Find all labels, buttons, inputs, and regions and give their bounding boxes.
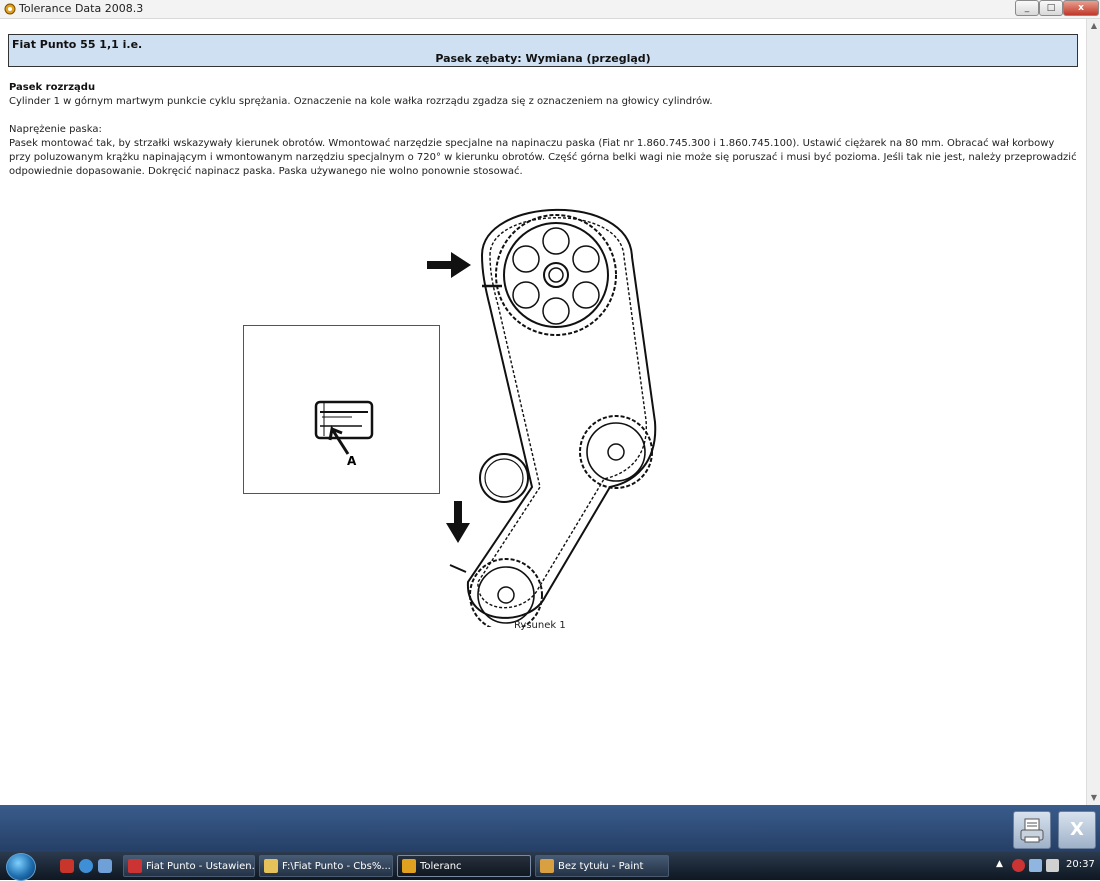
section-heading: Pasek rozrządu: [9, 82, 96, 93]
close-document-button[interactable]: X: [1058, 811, 1096, 849]
vertical-scrollbar[interactable]: ▲ ▼: [1086, 19, 1100, 805]
minimize-button[interactable]: _: [1015, 0, 1039, 16]
tension-label: Naprężenie paska:: [9, 124, 102, 135]
crankshaft-arrow-icon: [446, 501, 470, 543]
taskbar: Fiat Punto - Ustawien... F:\Fiat Punto -…: [0, 852, 1100, 881]
print-icon: [1020, 818, 1044, 843]
antivirus-tray-icon[interactable]: [1012, 859, 1025, 872]
close-window-button[interactable]: x: [1063, 0, 1099, 16]
quicklaunch-app-icon[interactable]: [60, 859, 74, 873]
vehicle-model: Fiat Punto 55 1,1 i.e.: [12, 38, 143, 51]
taskbar-item-paint[interactable]: Bez tytułu - Paint: [535, 855, 669, 877]
network-tray-icon[interactable]: [1029, 859, 1042, 872]
tool-detail-drawing: A: [314, 400, 374, 468]
show-hidden-icons-icon[interactable]: ▲: [996, 859, 1006, 872]
window-title: Tolerance Data 2008.3: [19, 2, 144, 15]
document-header: Fiat Punto 55 1,1 i.e. Pasek zębaty: Wym…: [8, 34, 1078, 67]
taskbar-item-tolerance[interactable]: Toleranc: [397, 855, 531, 877]
paint-icon: [540, 859, 554, 873]
title-bar: Tolerance Data 2008.3 _ □ x: [0, 0, 1100, 19]
intro-text: Cylinder 1 w górnym martwym punkcie cykl…: [9, 96, 713, 107]
volume-tray-icon[interactable]: [1046, 859, 1059, 872]
internet-explorer-icon[interactable]: [79, 859, 93, 873]
bottom-action-bar: X: [0, 805, 1100, 852]
tension-text: Pasek montować tak, by strzałki wskazywa…: [9, 138, 1077, 177]
start-button[interactable]: [6, 853, 36, 881]
fiat-app-icon: [128, 859, 142, 873]
detail-inset: A: [243, 325, 440, 494]
close-document-label: X: [1070, 819, 1084, 840]
tolerance-app-icon: [4, 3, 16, 15]
procedure-title: Pasek zębaty: Wymiana (przegląd): [435, 52, 651, 65]
scroll-down-arrow-icon[interactable]: ▼: [1087, 791, 1100, 805]
maximize-button[interactable]: □: [1039, 0, 1063, 16]
camshaft-arrow-icon: [427, 252, 471, 278]
figure-caption: Rysunek 1: [514, 620, 566, 631]
show-desktop-icon[interactable]: [98, 859, 112, 873]
print-button[interactable]: [1013, 811, 1051, 849]
folder-icon: [264, 859, 278, 873]
tolerance-app-icon: [402, 859, 416, 873]
taskbar-item-folder[interactable]: F:\Fiat Punto - Cbs%...: [259, 855, 393, 877]
scroll-up-arrow-icon[interactable]: ▲: [1087, 19, 1100, 33]
taskbar-clock[interactable]: 20:37: [1066, 859, 1095, 870]
document-content: Fiat Punto 55 1,1 i.e. Pasek zębaty: Wym…: [0, 19, 1086, 805]
taskbar-item-fiat-punto[interactable]: Fiat Punto - Ustawien...: [123, 855, 255, 877]
inset-label: A: [347, 454, 357, 468]
